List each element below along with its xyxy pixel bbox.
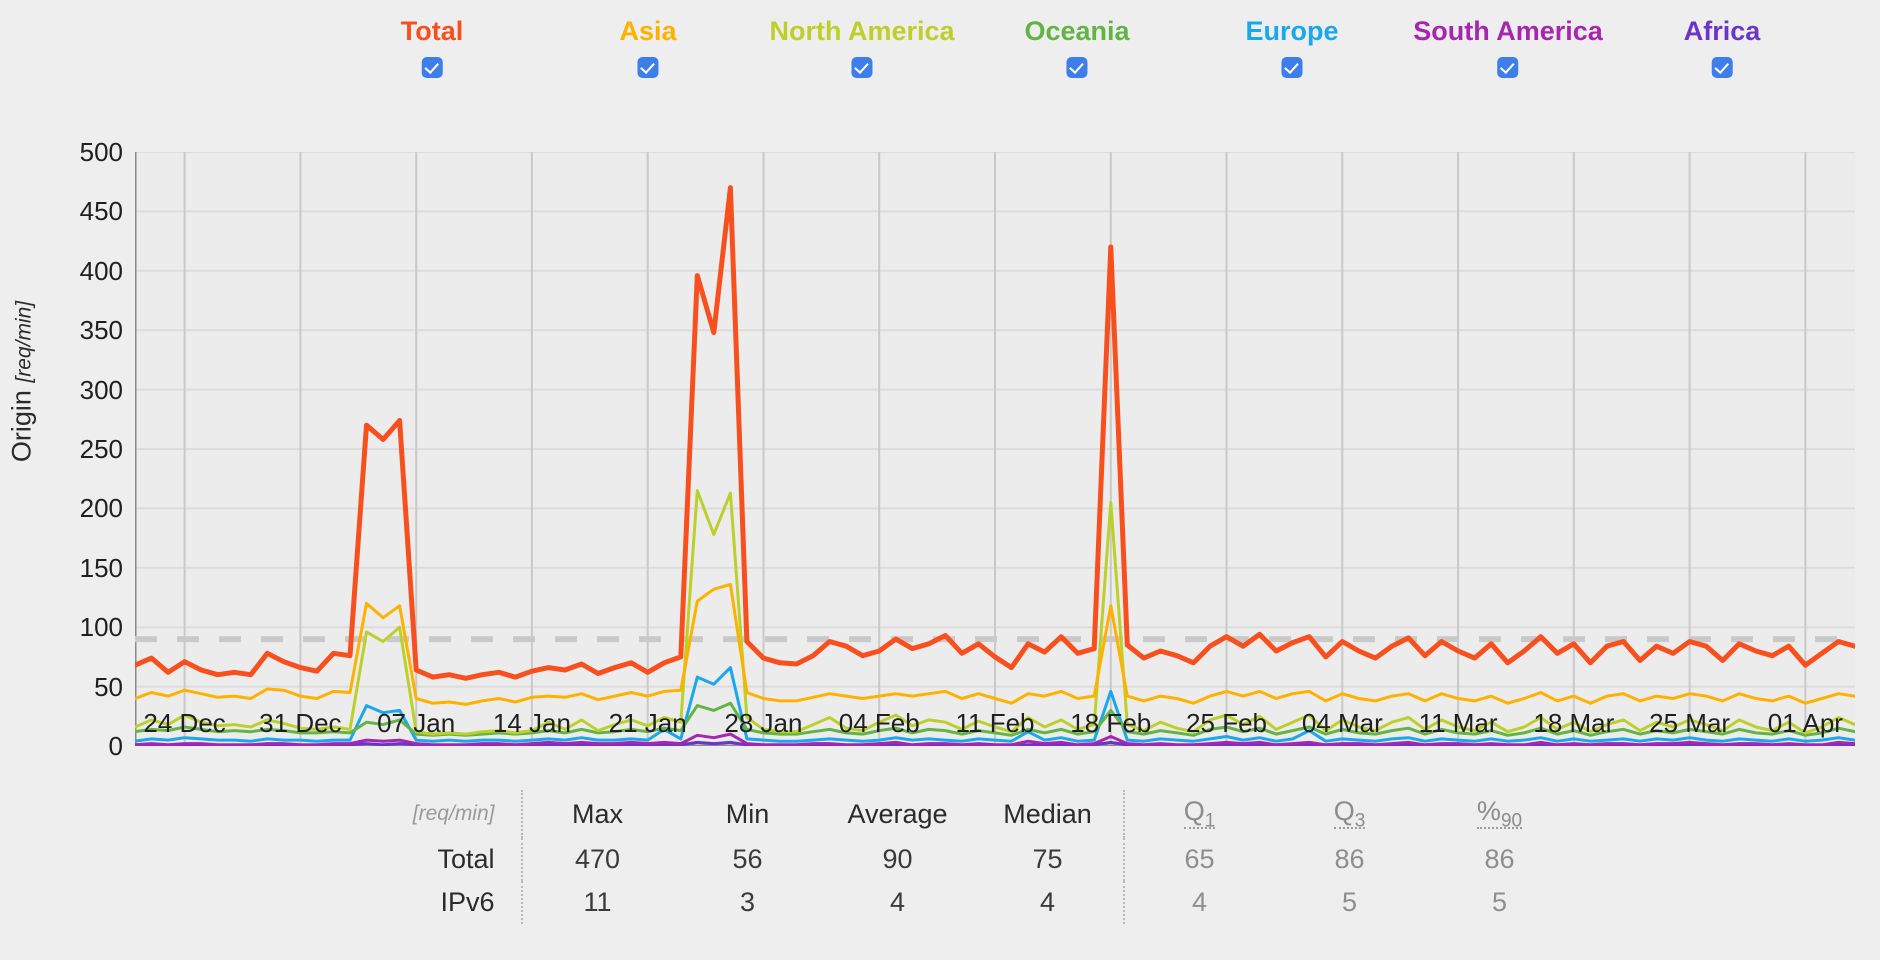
legend-label: Oceania <box>1024 16 1130 46</box>
series-legend: Total Asia North America Oceania Europe South… <box>0 0 1880 108</box>
y-tick-label: 100 <box>79 612 123 643</box>
stats-cell: 470 <box>520 838 673 882</box>
legend-checkbox-asia[interactable] <box>637 57 659 78</box>
legend-checkbox-south-america[interactable] <box>1497 57 1519 78</box>
stats-cell: 4 <box>1039 887 1056 918</box>
x-tick-label: 21 Jan <box>608 708 687 738</box>
x-tick-label: 31 Dec <box>259 708 342 738</box>
legend-item-europe[interactable]: Europe <box>1245 14 1339 83</box>
y-tick-label: 400 <box>79 255 123 286</box>
legend-checkbox-africa[interactable] <box>1711 57 1733 78</box>
x-tick-label: 04 Feb <box>838 708 920 738</box>
stats-row-label: Total <box>437 844 495 875</box>
y-tick-label: 350 <box>79 315 123 346</box>
x-tick-label: 04 Mar <box>1301 708 1383 738</box>
stats-header-dim-subscript: 1 <box>1204 810 1216 832</box>
x-tick-label: 14 Jan <box>492 708 571 738</box>
stats-cell: 75 <box>1032 844 1063 875</box>
statistics-panel: [req/min] Max Min Average Median Q1 Q3 %90 Total… <box>0 790 1880 925</box>
legend-label: North America <box>769 16 955 46</box>
x-tick-label: 11 Mar <box>1418 708 1498 738</box>
y-tick-label: 250 <box>79 434 123 464</box>
stats-cell-dim: 5 <box>1491 887 1508 918</box>
stats-cell-dim: 86 <box>1484 844 1515 875</box>
series-lines <box>135 152 1855 746</box>
x-tick-label: 25 Feb <box>1186 708 1268 738</box>
legend-label: Total <box>400 16 464 46</box>
legend-label: Asia <box>619 16 677 46</box>
stats-header-dim-base: % <box>1476 796 1501 826</box>
legend-label: Europe <box>1245 16 1339 46</box>
legend-item-north-america[interactable]: North America <box>769 14 955 83</box>
stats-header-dim-base: Q <box>1333 796 1355 826</box>
legend-checkbox-north-america[interactable] <box>851 57 873 78</box>
x-tick-label: 24 Dec <box>143 708 226 738</box>
stats-header-average: Average <box>847 798 948 829</box>
y-tick-label: 150 <box>79 552 123 583</box>
stats-cell: 56 <box>732 844 763 875</box>
y-tick-label: 450 <box>79 196 123 227</box>
legend-checkbox-total[interactable] <box>421 57 443 78</box>
stats-row: IPv6 11 3 4 4 4 5 5 <box>305 881 1575 925</box>
legend-item-asia[interactable]: Asia <box>619 14 677 83</box>
stats-cell-dim: 86 <box>1334 844 1365 875</box>
stats-units-label: [req/min] <box>412 802 495 826</box>
y-tick-label: 300 <box>79 374 123 405</box>
stats-header-dim-0[interactable]: Q1 <box>1122 790 1275 839</box>
x-tick-label: 11 Feb <box>955 708 1035 738</box>
stats-cell: 11 <box>520 881 673 925</box>
stats-header-dim-base: Q <box>1183 796 1205 826</box>
stats-cell-dim: 5 <box>1341 887 1358 918</box>
x-tick-label: 25 Mar <box>1649 708 1731 738</box>
legend-label: South America <box>1413 16 1603 46</box>
x-tick-label: 18 Mar <box>1533 708 1615 738</box>
stats-header-median: Median <box>1003 798 1092 829</box>
legend-item-oceania[interactable]: Oceania <box>1024 14 1130 83</box>
stats-header-dim-1[interactable]: Q3 <box>1275 790 1425 838</box>
stats-row-label: IPv6 <box>440 887 495 918</box>
stats-header-dim-subscript: 3 <box>1354 810 1366 832</box>
stats-header-max: Max <box>520 790 673 839</box>
legend-label: Africa <box>1683 16 1761 46</box>
x-tick-label: 28 Jan <box>724 708 803 738</box>
stats-row: Total 470 56 90 75 65 86 86 <box>305 838 1575 882</box>
stats-cell: 90 <box>882 844 913 875</box>
stats-cell-dim: 65 <box>1122 838 1275 882</box>
x-tick-label: 01 Apr <box>1767 708 1843 738</box>
stats-cell: 3 <box>739 887 756 918</box>
stats-header-dim-2[interactable]: %90 <box>1425 790 1575 838</box>
x-tick-label: 07 Jan <box>377 708 456 738</box>
stats-header-row: [req/min] Max Min Average Median Q1 Q3 %90 <box>305 790 1575 839</box>
y-tick-label: 0 <box>108 731 123 761</box>
y-tick-label: 50 <box>94 671 123 702</box>
legend-item-south-america[interactable]: South America <box>1413 14 1603 83</box>
statistics-table: [req/min] Max Min Average Median Q1 Q3 %90 Total… <box>305 790 1576 925</box>
legend-checkbox-oceania[interactable] <box>1066 57 1088 78</box>
legend-item-africa[interactable]: Africa <box>1683 14 1761 83</box>
stats-cell: 4 <box>889 887 906 918</box>
stats-cell-dim: 4 <box>1122 881 1275 925</box>
stats-header-dim-subscript: 90 <box>1500 810 1523 832</box>
stats-header-min: Min <box>725 798 770 829</box>
y-tick-label: 200 <box>79 493 123 524</box>
legend-checkbox-europe[interactable] <box>1281 57 1303 78</box>
plot-region[interactable] <box>135 152 1855 746</box>
y-tick-label: 500 <box>79 137 123 167</box>
x-tick-label: 18 Feb <box>1070 708 1152 738</box>
legend-item-total[interactable]: Total <box>400 14 464 83</box>
chart-area: Origin [req/min] 0 50 100 150 200 250 300 350 40… <box>0 108 1880 761</box>
